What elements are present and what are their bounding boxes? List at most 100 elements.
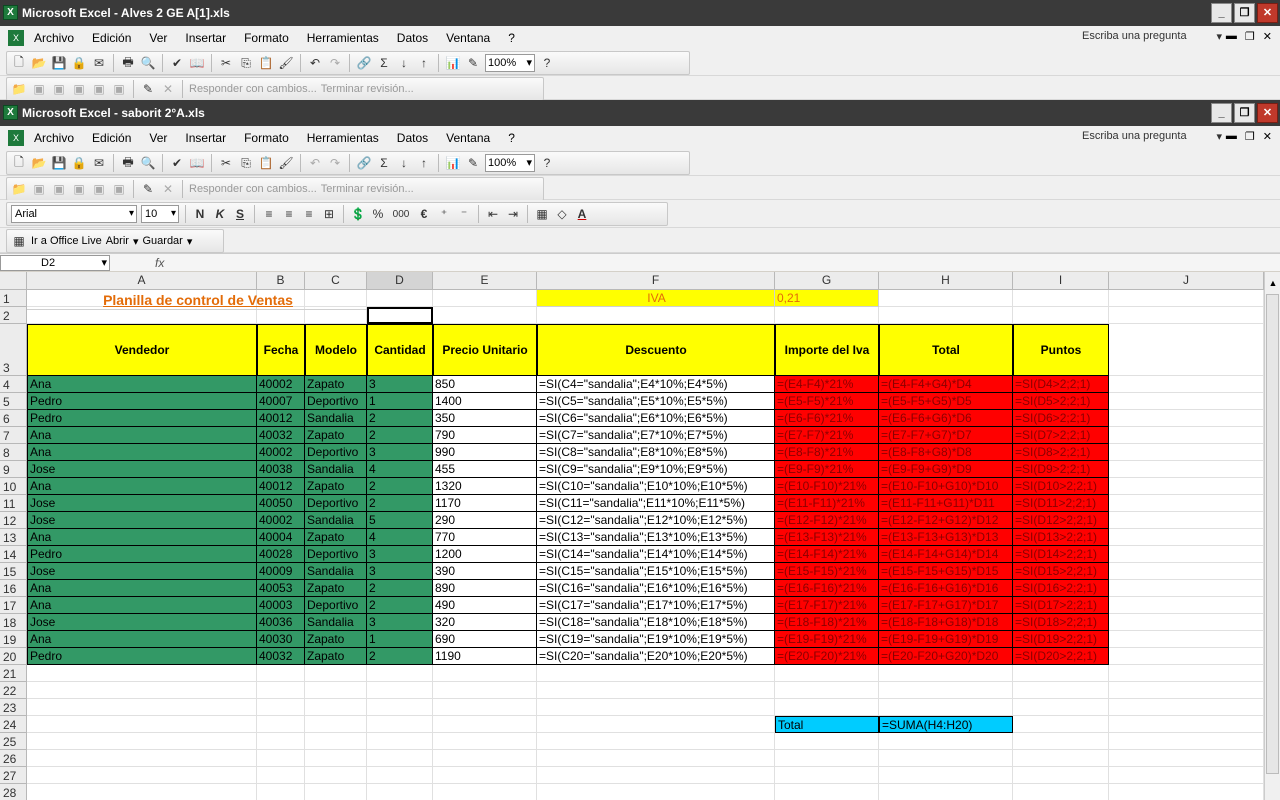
close-button[interactable]: ✕ bbox=[1257, 3, 1278, 23]
data-cell[interactable]: =(E5-F5)*21% bbox=[775, 393, 879, 410]
review-icon-3[interactable]: ▣ bbox=[71, 81, 87, 97]
data-cell[interactable]: 40002 bbox=[257, 376, 305, 393]
row-header-4[interactable]: 4 bbox=[0, 376, 27, 393]
mdi-minimize-icon[interactable]: ▬ bbox=[1226, 130, 1237, 143]
data-cell[interactable]: 2 bbox=[367, 478, 433, 495]
cell[interactable] bbox=[305, 767, 367, 784]
cell[interactable] bbox=[1109, 478, 1264, 495]
cell[interactable] bbox=[1013, 767, 1109, 784]
cell[interactable] bbox=[27, 665, 257, 682]
total-formula[interactable]: =SUMA(H4:H20) bbox=[879, 716, 1013, 733]
cell[interactable] bbox=[257, 716, 305, 733]
row-header-2[interactable]: 2 bbox=[0, 307, 27, 324]
data-cell[interactable]: 455 bbox=[433, 461, 537, 478]
sort-asc-icon[interactable]: ↓ bbox=[396, 155, 412, 171]
data-cell[interactable]: 40012 bbox=[257, 410, 305, 427]
data-cell[interactable]: 350 bbox=[433, 410, 537, 427]
paste-icon[interactable]: 📋 bbox=[258, 55, 274, 71]
column-title-1[interactable]: Vendedor bbox=[27, 324, 257, 376]
row-header-20[interactable]: 20 bbox=[0, 648, 27, 665]
column-header-C[interactable]: C bbox=[305, 272, 367, 290]
data-cell[interactable]: Pedro bbox=[27, 410, 257, 427]
data-cell[interactable]: =SI(D19>2;2;1) bbox=[1013, 631, 1109, 648]
cell[interactable] bbox=[433, 767, 537, 784]
cell[interactable] bbox=[433, 733, 537, 750]
column-header-F[interactable]: F bbox=[537, 272, 775, 290]
cell[interactable] bbox=[257, 750, 305, 767]
track-changes-icon[interactable]: ✎ bbox=[140, 181, 156, 197]
data-cell[interactable]: =SI(D7>2;2;1) bbox=[1013, 427, 1109, 444]
column-title-5[interactable]: Precio Unitario bbox=[433, 324, 537, 376]
menu-ventana[interactable]: Ventana bbox=[446, 31, 490, 45]
column-header-A[interactable]: A bbox=[27, 272, 257, 290]
data-cell[interactable]: Deportivo bbox=[305, 444, 367, 461]
data-cell[interactable]: 5 bbox=[367, 512, 433, 529]
row-header-10[interactable]: 10 bbox=[0, 478, 27, 495]
mdi-minimize-icon[interactable]: ▬ bbox=[1226, 30, 1237, 43]
cell[interactable] bbox=[1013, 307, 1109, 324]
new-icon[interactable]: 🗋 bbox=[11, 55, 27, 71]
font-name-select[interactable]: Arial bbox=[11, 205, 137, 223]
cell[interactable] bbox=[1013, 716, 1109, 733]
column-header-B[interactable]: B bbox=[257, 272, 305, 290]
data-cell[interactable]: =(E15-F15+G15)*D15 bbox=[879, 563, 1013, 580]
data-cell[interactable]: 2 bbox=[367, 580, 433, 597]
data-cell[interactable]: 4 bbox=[367, 529, 433, 546]
sheet-title[interactable]: Planilla de control de Ventas bbox=[27, 290, 367, 310]
data-cell[interactable]: 40009 bbox=[257, 563, 305, 580]
data-cell[interactable]: 40030 bbox=[257, 631, 305, 648]
row-header-24[interactable]: 24 bbox=[0, 716, 27, 733]
row-header-12[interactable]: 12 bbox=[0, 512, 27, 529]
data-cell[interactable]: Pedro bbox=[27, 648, 257, 665]
cut-icon[interactable]: ✂ bbox=[218, 155, 234, 171]
cell[interactable] bbox=[775, 784, 879, 800]
cell[interactable] bbox=[1013, 290, 1109, 307]
data-cell[interactable]: =(E16-F16)*21% bbox=[775, 580, 879, 597]
restore-button[interactable]: ❐ bbox=[1234, 3, 1255, 23]
data-cell[interactable]: 40012 bbox=[257, 478, 305, 495]
open-icon[interactable]: 📂 bbox=[31, 55, 47, 71]
data-cell[interactable]: 3 bbox=[367, 444, 433, 461]
undo-icon[interactable]: ↶ bbox=[307, 55, 323, 71]
column-header-J[interactable]: J bbox=[1109, 272, 1264, 290]
cell[interactable] bbox=[537, 665, 775, 682]
data-cell[interactable]: Ana bbox=[27, 631, 257, 648]
data-cell[interactable]: 1190 bbox=[433, 648, 537, 665]
cell[interactable] bbox=[433, 665, 537, 682]
cell[interactable] bbox=[879, 784, 1013, 800]
cell[interactable] bbox=[305, 733, 367, 750]
menu-ventana[interactable]: Ventana bbox=[446, 131, 490, 145]
data-cell[interactable]: Jose bbox=[27, 563, 257, 580]
data-cell[interactable]: 40038 bbox=[257, 461, 305, 478]
review-icon-2[interactable]: ▣ bbox=[51, 81, 67, 97]
data-cell[interactable]: 3 bbox=[367, 563, 433, 580]
data-cell[interactable]: Sandalia bbox=[305, 614, 367, 631]
column-title-9[interactable]: Puntos bbox=[1013, 324, 1109, 376]
scroll-thumb[interactable] bbox=[1266, 294, 1279, 774]
open-menu-chevron-icon[interactable]: ▾ bbox=[133, 235, 139, 248]
data-cell[interactable]: 40028 bbox=[257, 546, 305, 563]
review-icon-1[interactable]: ▣ bbox=[31, 181, 47, 197]
data-cell[interactable]: Pedro bbox=[27, 393, 257, 410]
row-header-22[interactable]: 22 bbox=[0, 682, 27, 699]
data-cell[interactable]: =SI(D10>2;2;1) bbox=[1013, 478, 1109, 495]
data-cell[interactable]: 1400 bbox=[433, 393, 537, 410]
menu-ver[interactable]: Ver bbox=[149, 31, 167, 45]
total-label[interactable]: Total bbox=[775, 716, 879, 733]
cell[interactable] bbox=[879, 750, 1013, 767]
save-menu-chevron-icon[interactable]: ▾ bbox=[187, 235, 193, 248]
copy-icon[interactable]: ⎘ bbox=[238, 155, 254, 171]
sort-desc-icon[interactable]: ↑ bbox=[416, 55, 432, 71]
row-header-21[interactable]: 21 bbox=[0, 665, 27, 682]
menu-herramientas[interactable]: Herramientas bbox=[307, 131, 379, 145]
data-cell[interactable]: =SI(D5>2;2;1) bbox=[1013, 393, 1109, 410]
data-cell[interactable]: =SI(C16="sandalia";E16*10%;E16*5%) bbox=[537, 580, 775, 597]
cell[interactable] bbox=[879, 307, 1013, 324]
minimize-button[interactable]: _ bbox=[1211, 103, 1232, 123]
column-header-H[interactable]: H bbox=[879, 272, 1013, 290]
paste-icon[interactable]: 📋 bbox=[258, 155, 274, 171]
data-cell[interactable]: Ana bbox=[27, 580, 257, 597]
menu-archivo[interactable]: Archivo bbox=[34, 131, 74, 145]
column-title-4[interactable]: Cantidad bbox=[367, 324, 433, 376]
cell[interactable] bbox=[1013, 733, 1109, 750]
